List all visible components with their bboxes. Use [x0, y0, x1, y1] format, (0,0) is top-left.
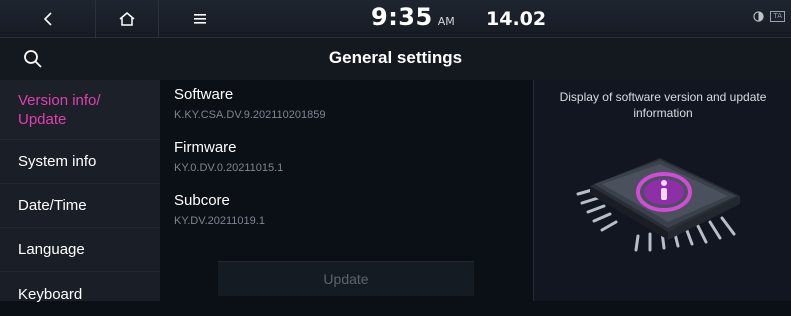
- clock-time: 9:35: [371, 3, 433, 31]
- sidebar-item-label: Date/Time: [18, 197, 87, 214]
- description-text: Display of software version and update i…: [559, 90, 767, 120]
- home-button[interactable]: [95, 0, 159, 37]
- sidebar-item-label: System info: [18, 153, 97, 170]
- menu-icon: [194, 13, 206, 24]
- sidebar-item-label: Version info/ Update: [18, 91, 101, 128]
- firmware-title: Firmware: [174, 139, 237, 156]
- clock-ampm: AM: [437, 15, 455, 28]
- back-button[interactable]: [0, 0, 95, 37]
- clock: 9:35 AM: [371, 3, 455, 35]
- sidebar-item-keyboard[interactable]: Keyboard: [0, 272, 160, 316]
- software-version: K.KY.CSA.DV.9.202110201859: [174, 109, 326, 121]
- status-icons: TA: [753, 11, 785, 22]
- menu-button[interactable]: [185, 0, 215, 37]
- chip-info-icon: [576, 158, 740, 252]
- update-button[interactable]: Update: [218, 261, 474, 296]
- date-display: 14.02: [486, 8, 547, 30]
- subcore-info: Subcore KY.DV.20211019.1: [174, 192, 265, 227]
- firmware-info: Firmware KY.0.DV.0.20211015.1: [174, 139, 283, 174]
- sidebar-item-language[interactable]: Language: [0, 228, 160, 272]
- firmware-version: KY.0.DV.0.20211015.1: [174, 162, 284, 174]
- header: General settings: [0, 38, 791, 81]
- status-bar: 9:35 AM 14.02 TA: [0, 0, 791, 38]
- software-title: Software: [174, 86, 234, 103]
- ta-badge: TA: [770, 11, 785, 22]
- sidebar-item-label: Language: [18, 241, 85, 258]
- sidebar-item-label: Keyboard: [18, 285, 83, 303]
- software-info: Software K.KY.CSA.DV.9.202110201859: [174, 86, 325, 121]
- description-panel: Display of software version and update i…: [533, 80, 791, 301]
- sidebar-item-system-info[interactable]: System info: [0, 140, 160, 184]
- version-info-panel: Software K.KY.CSA.DV.9.202110201859 Firm…: [160, 80, 533, 301]
- sidebar-item-date-time[interactable]: Date/Time: [0, 184, 160, 228]
- sidebar-item-version-info[interactable]: Version info/ Update: [0, 80, 160, 140]
- page-title: General settings: [328, 48, 463, 67]
- subcore-version: KY.DV.20211019.1: [174, 215, 265, 227]
- subcore-title: Subcore: [174, 192, 230, 209]
- back-icon: [43, 11, 52, 26]
- sidebar: Version info/ Update System info Date/Ti…: [0, 80, 160, 303]
- home-icon: [119, 11, 135, 26]
- moon-icon: [753, 11, 765, 22]
